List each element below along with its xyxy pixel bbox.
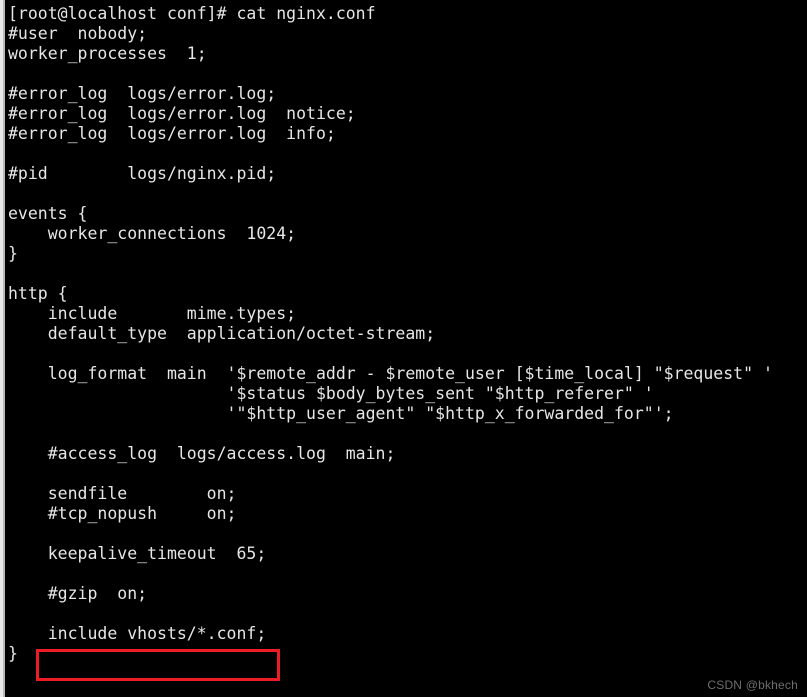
terminal-line: worker_processes 1;	[8, 44, 207, 63]
terminal-line: #error_log logs/error.log;	[8, 84, 277, 103]
terminal-line: }	[8, 244, 18, 263]
terminal-line: [root@localhost conf]# cat nginx.conf	[8, 4, 376, 23]
terminal-line: keepalive_timeout 65;	[8, 544, 267, 563]
terminal-line: '"$http_user_agent" "$http_x_forwarded_f…	[8, 404, 674, 423]
terminal-line: #user nobody;	[8, 24, 148, 43]
terminal-line: log_format main '$remote_addr - $remote_…	[8, 364, 773, 383]
terminal-line: #pid logs/nginx.pid;	[8, 164, 277, 183]
terminal-line: #tcp_nopush on;	[8, 504, 237, 523]
terminal-line: '$status $body_bytes_sent "$http_referer…	[8, 384, 654, 403]
terminal-output[interactable]: [root@localhost conf]# cat nginx.conf #us…	[8, 4, 803, 664]
terminal-line: #gzip on;	[8, 584, 148, 603]
terminal-line: default_type application/octet-stream;	[8, 324, 436, 343]
terminal-line: http {	[8, 284, 68, 303]
terminal-line: #access_log logs/access.log main;	[8, 444, 396, 463]
terminal-line: include vhosts/*.conf;	[8, 624, 267, 643]
terminal-line: #error_log logs/error.log notice;	[8, 104, 356, 123]
terminal-line: }	[8, 644, 18, 663]
terminal-line: events {	[8, 204, 88, 223]
watermark-label: CSDN @bkhech	[707, 678, 798, 692]
terminal-line: worker_connections 1024;	[8, 224, 297, 243]
terminal-line: sendfile on;	[8, 484, 237, 503]
window-scrollbar-track[interactable]	[3, 0, 5, 697]
terminal-window[interactable]: [root@localhost conf]# cat nginx.conf #us…	[0, 0, 807, 697]
terminal-line: #error_log logs/error.log info;	[8, 124, 336, 143]
terminal-line: include mime.types;	[8, 304, 297, 323]
